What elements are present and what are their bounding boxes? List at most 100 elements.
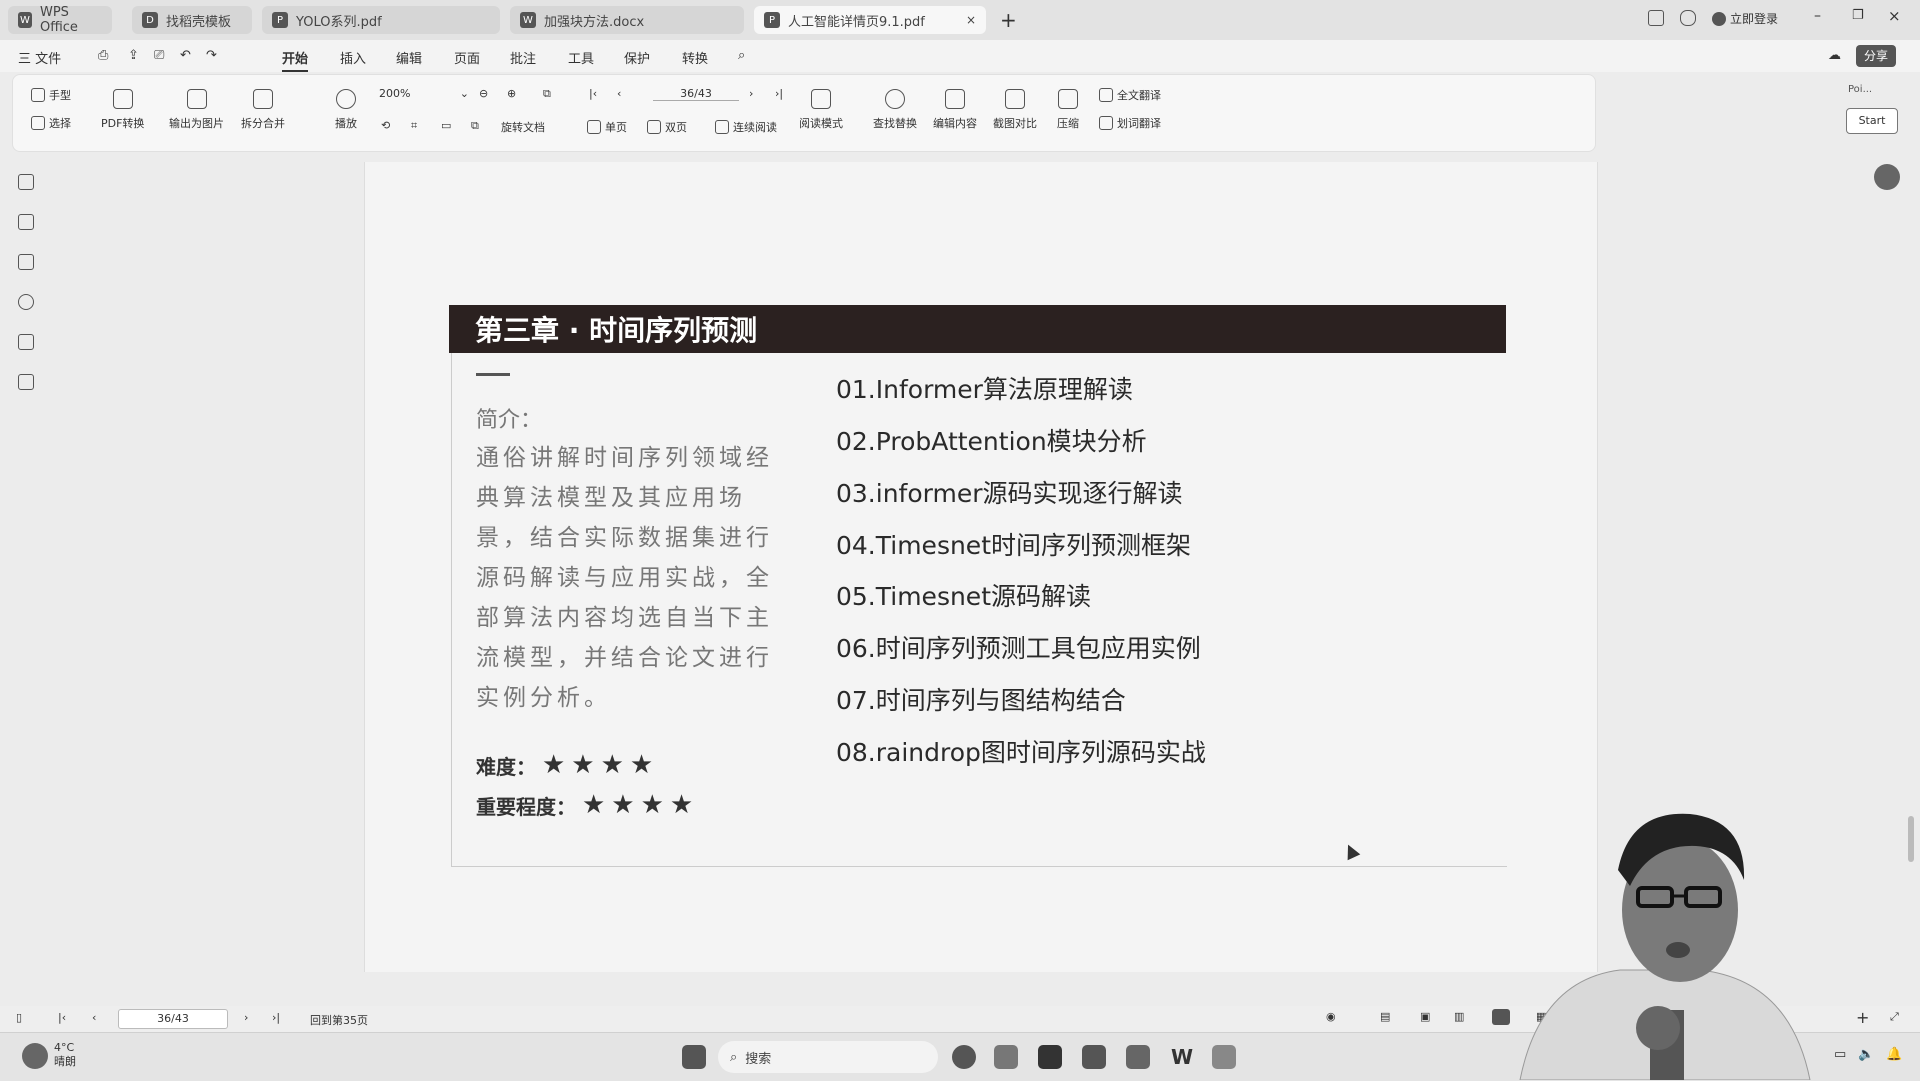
single-view-icon[interactable]: ▣ (1420, 1010, 1430, 1023)
rotate-doc-button[interactable]: 旋转文档 (501, 119, 545, 135)
select-tool-button[interactable]: 选择 (31, 115, 71, 131)
notification-icon[interactable]: 🔔 (1886, 1047, 1902, 1062)
assistant-icon[interactable] (1874, 164, 1900, 190)
search-icon[interactable]: ⌕ (738, 48, 745, 63)
layout-icon[interactable] (1648, 10, 1664, 26)
save-icon[interactable]: ⎙ (98, 48, 108, 63)
sidebar-toggle-icon[interactable]: ▯ (16, 1011, 22, 1024)
menu-protect[interactable]: 保护 (624, 48, 650, 67)
toc-item: 04.Timesnet时间序列预测框架 (836, 531, 1191, 560)
prev-page-icon[interactable]: ‹ (92, 1011, 96, 1024)
split-merge-button[interactable]: 拆分合并 (241, 89, 285, 131)
comment-icon[interactable] (18, 254, 34, 270)
tab-docer[interactable]: D 找稻壳模板 (132, 6, 252, 34)
last-page-icon[interactable]: ›| (775, 87, 783, 100)
wps-taskbar-icon[interactable]: W (1170, 1045, 1194, 1069)
taskbar-search[interactable]: ⌕ 搜索 (718, 1041, 938, 1073)
zoom-out-icon[interactable]: ⊖ (479, 87, 488, 100)
export-image-button[interactable]: 输出为图片 (169, 89, 224, 131)
prev-page-icon[interactable]: ‹ (617, 87, 621, 100)
edit-content-label: 编辑内容 (933, 117, 977, 130)
zoom-select[interactable]: 200% ⌄ (379, 87, 469, 100)
weather-icon[interactable] (22, 1043, 48, 1069)
find-replace-button[interactable]: 查找替换 (873, 89, 917, 131)
print-icon[interactable]: ⎚ (154, 48, 164, 63)
last-page-icon[interactable]: ›| (272, 1011, 280, 1024)
tab-yolo-pdf[interactable]: P YOLO系列.pdf (262, 6, 500, 34)
zoom-in-icon[interactable]: + (1856, 1008, 1869, 1027)
pdf-convert-button[interactable]: PDF转换 (101, 89, 144, 131)
menu-start[interactable]: 开始 (282, 48, 309, 72)
tab-wps-office[interactable]: W WPS Office (8, 5, 112, 35)
signature-icon[interactable] (18, 334, 34, 350)
login-button[interactable]: 立即登录 (1712, 10, 1778, 27)
frame-icon[interactable]: ▭ (441, 119, 451, 132)
fit-width-icon[interactable]: ▤ (1380, 1010, 1390, 1023)
scrollbar-thumb[interactable] (1908, 816, 1914, 862)
share-button[interactable]: 分享 (1856, 45, 1897, 67)
layers-icon[interactable] (18, 374, 34, 390)
close-window-icon[interactable]: × (1888, 7, 1901, 25)
redo-icon[interactable]: ↷ (206, 48, 217, 63)
weather-widget[interactable]: 4°C 晴朗 (54, 1041, 76, 1069)
crop-icon[interactable]: ⌗ (411, 119, 417, 133)
status-page-input[interactable]: 36/43 (118, 1009, 228, 1029)
fit-page-icon[interactable]: ⧉ (543, 87, 551, 101)
thumbnail-icon[interactable] (18, 214, 34, 230)
volume-icon[interactable]: 🔈 (1858, 1047, 1874, 1062)
cube-icon[interactable] (1680, 10, 1696, 26)
hand-tool-button[interactable]: 手型 (31, 87, 71, 103)
close-tab-icon[interactable]: × (966, 13, 976, 27)
pycharm-icon[interactable] (1038, 1045, 1062, 1069)
photo-app-icon[interactable] (1126, 1045, 1150, 1069)
single-page-button[interactable]: 单页 (587, 119, 627, 135)
next-page-icon[interactable]: › (244, 1011, 248, 1024)
page-input[interactable]: 36/43 (653, 87, 739, 101)
restore-icon[interactable]: ❐ (1852, 8, 1864, 23)
cloud-icon[interactable]: ☁ (1828, 48, 1841, 63)
eye-icon[interactable]: ◉ (1326, 1010, 1336, 1023)
edit-content-button[interactable]: 编辑内容 (933, 89, 977, 131)
zoom-in-icon[interactable]: ⊕ (507, 87, 516, 100)
menu-convert[interactable]: 转换 (682, 48, 708, 67)
rotate-left-icon[interactable]: ⟲ (381, 119, 390, 132)
menu-edit[interactable]: 编辑 (396, 48, 422, 67)
full-translate-button[interactable]: 全文翻译 (1099, 87, 1161, 103)
double-page-icon (647, 120, 661, 134)
continuous-read-button[interactable]: 连续阅读 (715, 119, 777, 135)
word-translate-button[interactable]: 划词翻译 (1099, 115, 1161, 131)
clion-icon[interactable] (1082, 1045, 1106, 1069)
file-menu[interactable]: 三 文件 (18, 48, 61, 67)
menu-insert[interactable]: 插入 (340, 48, 366, 67)
export-icon[interactable]: ⇪ (128, 48, 139, 63)
new-tab-icon[interactable]: + (1000, 8, 1017, 32)
start-menu-icon[interactable] (682, 1045, 706, 1069)
screenshot-compare-button[interactable]: 截图对比 (993, 89, 1037, 131)
fullscreen-icon[interactable]: ⤢ (1890, 1010, 1899, 1024)
compress-button[interactable]: 压缩 (1057, 89, 1079, 131)
tab-docx[interactable]: W 加强块方法.docx (510, 6, 744, 34)
menu-page[interactable]: 页面 (454, 48, 480, 67)
tab-ai-pdf[interactable]: P 人工智能详情页9.1.pdf × (754, 6, 986, 34)
start-button[interactable]: Start (1846, 108, 1898, 134)
read-mode-button[interactable]: 阅读模式 (799, 89, 843, 131)
file-explorer-icon[interactable] (994, 1045, 1018, 1069)
first-page-icon[interactable]: |‹ (58, 1011, 66, 1024)
first-page-icon[interactable]: |‹ (589, 87, 597, 100)
undo-icon[interactable]: ↶ (180, 48, 191, 63)
play-button[interactable]: 播放 (335, 89, 357, 131)
double-view-icon[interactable]: ▥ (1454, 1010, 1464, 1023)
paint-icon[interactable] (1212, 1045, 1236, 1069)
back-to-page-link[interactable]: 回到第35页 (310, 1012, 368, 1028)
split-icon (253, 89, 273, 109)
edge-browser-icon[interactable] (952, 1045, 976, 1069)
next-page-icon[interactable]: › (749, 87, 753, 100)
menu-tools[interactable]: 工具 (568, 48, 594, 67)
attachment-icon[interactable] (18, 294, 34, 310)
double-page-button[interactable]: 双页 (647, 119, 687, 135)
minimize-icon[interactable]: – (1814, 8, 1821, 24)
copy-icon[interactable]: ⧉ (471, 119, 479, 133)
bookmark-icon[interactable] (18, 174, 34, 190)
menu-annotate[interactable]: 批注 (510, 48, 536, 67)
network-icon[interactable]: ▭ (1834, 1047, 1846, 1062)
